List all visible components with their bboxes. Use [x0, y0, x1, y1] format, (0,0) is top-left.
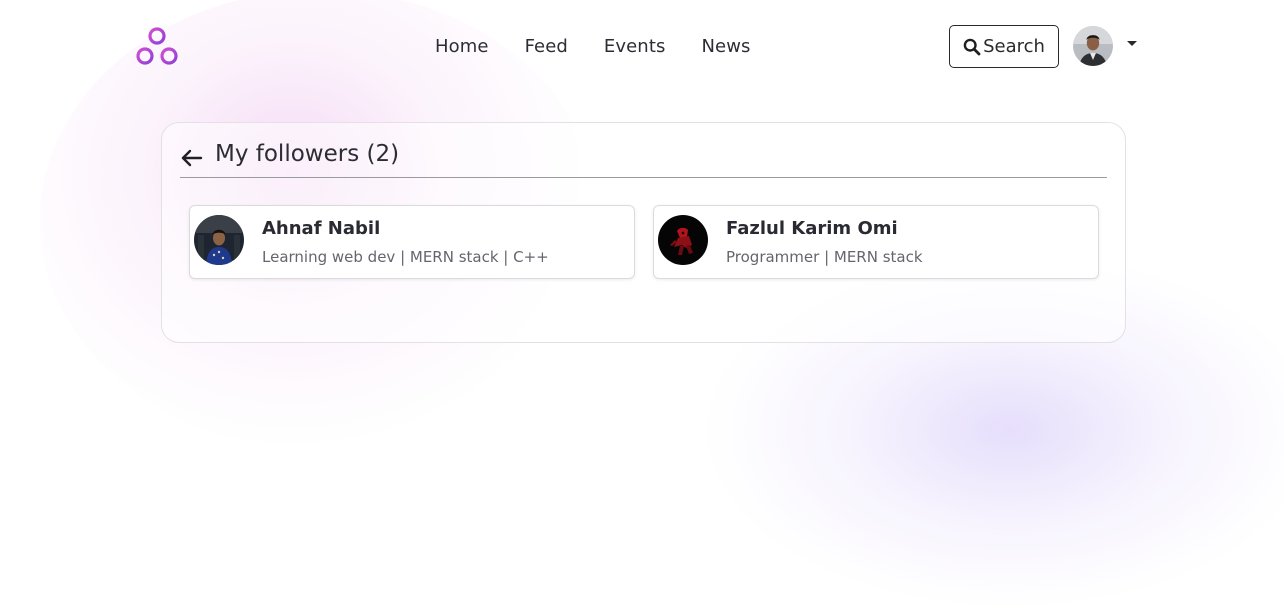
panel-header: My followers (2): [180, 139, 1107, 178]
avatar: [194, 215, 244, 265]
user-avatar[interactable]: [1073, 26, 1113, 66]
nav-feed[interactable]: Feed: [525, 36, 568, 57]
followers-list: Ahnaf Nabil Learning web dev | MERN stac…: [189, 205, 1099, 279]
avatar: [658, 215, 708, 265]
follower-card[interactable]: Fazlul Karim Omi Programmer | MERN stack: [653, 205, 1099, 279]
main-nav: Home Feed Events News: [435, 36, 751, 57]
follower-name: Ahnaf Nabil: [262, 218, 381, 239]
follower-name: Fazlul Karim Omi: [726, 218, 898, 239]
page-title: My followers (2): [215, 141, 400, 167]
follower-bio: Learning web dev | MERN stack | C++: [262, 248, 549, 266]
nav-home[interactable]: Home: [435, 36, 489, 57]
search-button[interactable]: Search: [949, 25, 1059, 68]
nav-events[interactable]: Events: [604, 36, 666, 57]
caret-down-icon[interactable]: [1127, 41, 1137, 46]
search-icon: [963, 38, 981, 55]
follower-card[interactable]: Ahnaf Nabil Learning web dev | MERN stac…: [189, 205, 635, 279]
followers-panel: My followers (2) Ahnaf Nabil Learning we…: [161, 122, 1126, 343]
search-label: Search: [983, 36, 1045, 57]
logo-icon[interactable]: [136, 26, 180, 68]
follower-bio: Programmer | MERN stack: [726, 248, 923, 266]
nav-news[interactable]: News: [701, 36, 750, 57]
arrow-left-icon[interactable]: [180, 146, 204, 170]
